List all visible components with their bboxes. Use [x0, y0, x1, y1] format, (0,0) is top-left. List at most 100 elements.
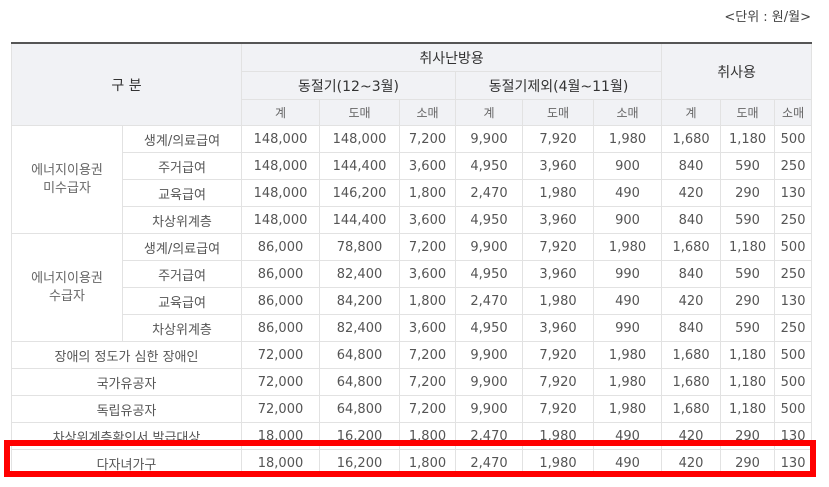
value-cell: 1,800: [399, 449, 456, 477]
value-cell: 86,000: [241, 287, 320, 315]
value-cell: 3,960: [522, 206, 594, 234]
value-cell: 130: [774, 179, 813, 207]
group-label-line: 에너지이용권: [31, 162, 103, 178]
value-cell: 130: [774, 422, 813, 450]
value-cell: 64,800: [319, 368, 400, 396]
value-cell: 4,950: [455, 152, 523, 180]
support-amount-table: 구 분 취사난방용 취사용 동절기(12~3월) 동절기제외(4월~11월) 계…: [11, 42, 813, 477]
value-cell: 148,000: [241, 179, 320, 207]
value-cell: 130: [774, 449, 813, 477]
header-cooking: 취사용: [661, 42, 813, 100]
table-row: 에너지이용권 미수급자 생계/의료급여 148,000 148,000 7,200 9,90…: [11, 125, 813, 234]
value-cell: 9,900: [455, 125, 523, 153]
value-cell: 420: [661, 449, 722, 477]
value-cell: 290: [720, 449, 776, 477]
value-cell: 148,000: [241, 152, 320, 180]
sub-header-retail: 소매: [774, 99, 813, 126]
group-label-line: 에너지이용권: [31, 270, 103, 286]
value-cell: 990: [592, 260, 663, 288]
value-cell: 900: [592, 152, 663, 180]
value-cell: 9,900: [455, 341, 523, 369]
value-cell: 144,400: [319, 206, 400, 234]
value-cell: 1,180: [720, 125, 776, 153]
value-cell: 146,200: [319, 179, 400, 207]
row-label: 차상위계층확인서 발급대상: [11, 422, 242, 450]
table-row: 차상위계층확인서 발급대상 18,000 16,200 1,800 2,470 1,980…: [11, 422, 813, 450]
value-cell: 1,980: [522, 422, 594, 450]
value-cell: 490: [592, 287, 663, 315]
value-cell: 7,920: [522, 395, 594, 423]
group-label-line: 수급자: [49, 288, 85, 304]
value-cell: 490: [592, 422, 663, 450]
value-cell: 250: [774, 314, 813, 342]
value-cell: 1,180: [720, 395, 776, 423]
value-cell: 1,680: [661, 125, 722, 153]
value-cell: 1,980: [592, 233, 663, 261]
value-cell: 250: [774, 152, 813, 180]
value-cell: 148,000: [241, 206, 320, 234]
table-row: 다자녀가구 18,000 16,200 1,800 2,470 1,980 490 420 29…: [11, 449, 813, 477]
sub-header-wholesale: 도매: [720, 99, 776, 126]
value-cell: 1,980: [592, 125, 663, 153]
value-cell: 1,680: [661, 341, 722, 369]
table-row: 교육급여 86,000 84,200 1,800 2,470 1,980 490 420 290…: [12, 287, 813, 315]
value-cell: 7,200: [399, 233, 456, 261]
row-label: 다자녀가구: [11, 449, 242, 477]
value-cell: 1,680: [661, 233, 722, 261]
table-row: 국가유공자 72,000 64,800 7,200 9,900 7,920 1,980 1,6…: [11, 368, 813, 396]
group-label: 에너지이용권수급자: [11, 233, 123, 342]
header-heating: 취사난방용: [240, 42, 663, 72]
value-cell: 7,920: [522, 368, 594, 396]
value-cell: 500: [774, 395, 813, 423]
value-cell: 840: [661, 260, 722, 288]
value-cell: 590: [720, 314, 776, 342]
value-cell: 7,920: [522, 233, 594, 261]
value-cell: 9,900: [455, 395, 523, 423]
value-cell: 3,960: [522, 152, 594, 180]
value-cell: 3,600: [399, 152, 456, 180]
sub-header-total: 계: [455, 99, 523, 126]
value-cell: 4,950: [455, 206, 523, 234]
value-cell: 7,920: [522, 125, 594, 153]
value-cell: 420: [661, 422, 722, 450]
value-cell: 86,000: [241, 233, 320, 261]
value-cell: 1,680: [661, 395, 722, 423]
row-label: 장애의 정도가 심한 장애인: [11, 341, 242, 369]
value-cell: 500: [774, 341, 813, 369]
value-cell: 590: [720, 206, 776, 234]
value-cell: 72,000: [241, 368, 320, 396]
unit-label: <단위 : 원/월>: [724, 10, 811, 25]
value-cell: 250: [774, 206, 813, 234]
row-label: 국가유공자: [11, 368, 242, 396]
value-cell: 990: [592, 314, 663, 342]
value-cell: 900: [592, 206, 663, 234]
value-cell: 1,980: [522, 287, 594, 315]
value-cell: 840: [661, 206, 722, 234]
value-cell: 82,400: [319, 314, 400, 342]
value-cell: 490: [592, 179, 663, 207]
value-cell: 18,000: [241, 422, 320, 450]
row-label: 차상위계층: [122, 314, 242, 342]
value-cell: 1,180: [720, 368, 776, 396]
value-cell: 490: [592, 449, 663, 477]
value-cell: 1,980: [522, 179, 594, 207]
value-cell: 4,950: [455, 260, 523, 288]
row-label: 주거급여: [122, 260, 242, 288]
row-label: 차상위계층: [122, 206, 242, 234]
value-cell: 2,470: [455, 287, 523, 315]
header-non-winter: 동절기제외(4월~11월): [454, 71, 663, 100]
row-label: 생계/의료급여: [122, 233, 242, 261]
value-cell: 420: [661, 179, 722, 207]
sub-header-total: 계: [661, 99, 722, 126]
value-cell: 3,960: [522, 314, 594, 342]
value-cell: 1,800: [399, 179, 456, 207]
table-row: 교육급여 148,000 146,200 1,800 2,470 1,980 490 420 2…: [12, 179, 813, 207]
value-cell: 840: [661, 314, 722, 342]
value-cell: 500: [774, 368, 813, 396]
value-cell: 130: [774, 287, 813, 315]
value-cell: 1,980: [592, 341, 663, 369]
value-cell: 1,680: [661, 368, 722, 396]
value-cell: 7,200: [399, 395, 456, 423]
value-cell: 500: [774, 233, 813, 261]
value-cell: 64,800: [319, 341, 400, 369]
